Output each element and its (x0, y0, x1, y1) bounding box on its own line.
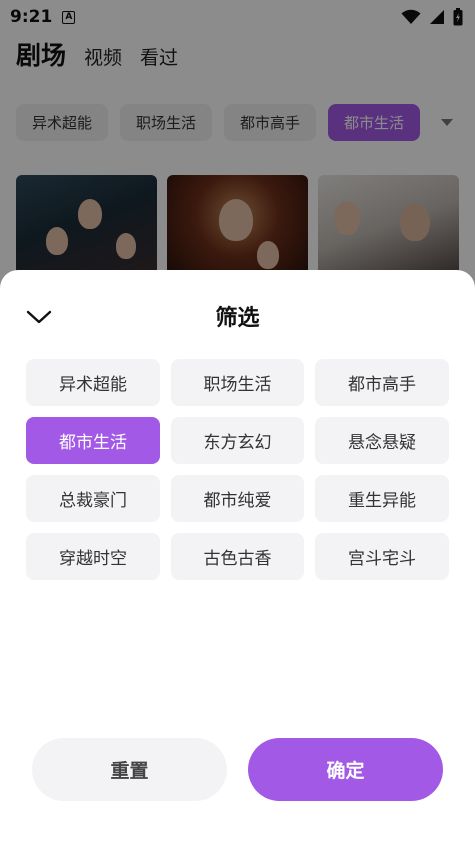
sheet-actions: 重置 确定 (32, 738, 443, 801)
filter-option[interactable]: 宫斗宅斗 (315, 533, 449, 580)
filter-option[interactable]: 重生异能 (315, 475, 449, 522)
sheet-header: 筛选 (0, 298, 475, 332)
confirm-button[interactable]: 确定 (248, 738, 443, 801)
filter-option-selected[interactable]: 都市生活 (26, 417, 160, 464)
filter-option[interactable]: 都市高手 (315, 359, 449, 406)
filter-option[interactable]: 总裁豪门 (26, 475, 160, 522)
filter-sheet: 筛选 异术超能 职场生活 都市高手 都市生活 东方玄幻 悬念悬疑 总裁豪门 都市… (0, 270, 475, 844)
filter-option[interactable]: 都市纯爱 (171, 475, 304, 522)
filter-option[interactable]: 穿越时空 (26, 533, 160, 580)
filter-option[interactable]: 古色古香 (171, 533, 304, 580)
filter-options-grid: 异术超能 职场生活 都市高手 都市生活 东方玄幻 悬念悬疑 总裁豪门 都市纯爱 … (26, 359, 449, 580)
reset-button[interactable]: 重置 (32, 738, 227, 801)
filter-option[interactable]: 悬念悬疑 (315, 417, 449, 464)
sheet-title: 筛选 (215, 306, 260, 331)
filter-option[interactable]: 异术超能 (26, 359, 160, 406)
filter-option[interactable]: 东方玄幻 (171, 417, 304, 464)
filter-option[interactable]: 职场生活 (171, 359, 304, 406)
